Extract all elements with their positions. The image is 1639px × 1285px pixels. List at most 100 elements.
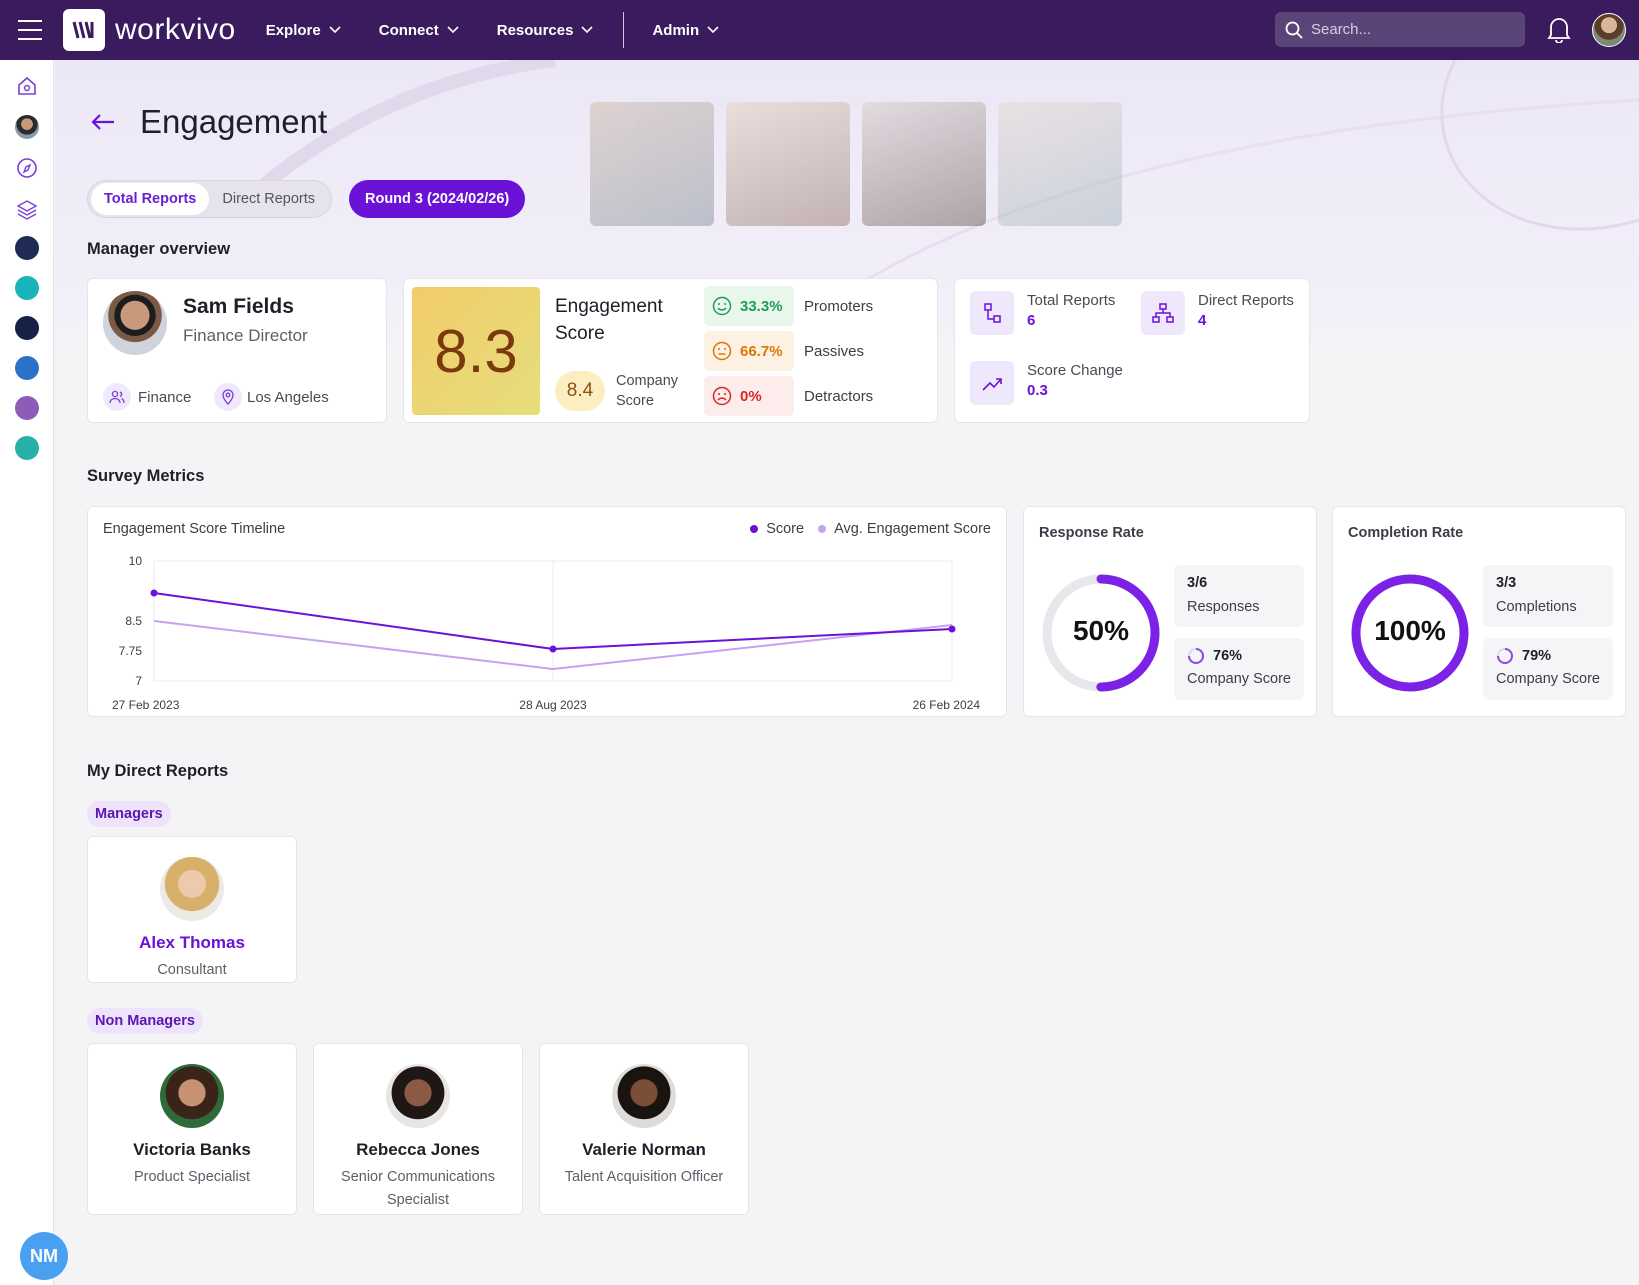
detractors-value: 0% [740,387,762,405]
nav-label: Admin [652,21,700,39]
report-tabs: Total Reports Direct Reports [87,180,333,218]
responses-count: 3/6 [1187,575,1208,591]
responses-box: 3/6 Responses [1174,565,1304,627]
avatar [160,857,224,921]
smile-icon [712,296,732,316]
nav-connect[interactable]: Connect [379,22,459,39]
person-name[interactable]: Rebecca Jones [314,1140,522,1160]
section-title-manager-overview: Manager overview [87,240,231,258]
home-icon[interactable] [15,74,39,98]
space-icon[interactable] [15,276,39,300]
page-title: Engagement [140,103,328,140]
detractors-label: Detractors [804,387,874,405]
legend-item: Avg. Engagement Score [818,521,991,537]
user-initials-badge[interactable]: NM [20,1232,68,1280]
space-icon[interactable] [15,396,39,420]
chevron-down-icon [447,26,459,34]
passives-label: Passives [804,342,865,360]
company-completion-label: Company Score [1496,671,1600,687]
responses-label: Responses [1187,599,1260,615]
chart-title: Engagement Score Timeline [103,521,286,537]
search-box[interactable] [1275,12,1525,47]
response-rate-percent: 50% [1072,615,1130,646]
tab-total-reports[interactable]: Total Reports [91,183,210,215]
nav-resources[interactable]: Resources [497,22,594,39]
company-response-row: 76% [1187,647,1291,665]
header-photo [590,102,714,226]
left-rail [0,60,54,1285]
nav-label: Connect [378,21,439,39]
engagement-timeline-card: Engagement Score Timeline Score Avg. Eng… [87,506,1007,717]
person-role: Senior Communications Specialist [341,1169,495,1208]
line-chart: 10 8.5 7.75 7 27 Feb 2023 28 Aug 2023 26 Feb 2… [112,554,980,712]
nav-admin[interactable]: Admin [652,22,719,39]
company-completion-percent: 79% [1522,648,1552,664]
space-icon[interactable] [15,316,39,340]
response-rate-title: Response Rate [1039,525,1144,541]
user-avatar[interactable] [1592,13,1626,47]
engagement-score-card: 8.3 Engagement Score 8.4 Company Score 3… [403,278,938,423]
company-score-value: 8.4 [555,371,605,411]
page-header: Engagement [88,103,327,141]
completion-rate-title: Completion Rate [1348,525,1464,541]
completions-count: 3/3 [1496,575,1517,591]
detractors-pill: 0% [704,376,794,416]
company-score-label: Company Score [616,373,679,409]
space-icon[interactable] [15,236,39,260]
progress-ring-icon [1497,648,1513,664]
hamburger-menu-icon[interactable] [0,0,60,60]
trend-up-icon [970,361,1014,405]
managers-tag: Managers [87,801,171,827]
notifications-bell-icon[interactable] [1546,15,1572,48]
score-data-point [549,645,557,653]
person-role: Consultant [157,962,227,978]
legend-dot [750,525,759,534]
back-arrow-icon[interactable] [88,107,118,137]
location-label: Los Angeles [247,389,329,406]
person-card[interactable]: Valerie Norman Talent Acquisition Office… [539,1043,749,1215]
passives-value: 66.7% [740,342,783,360]
header-photo [862,102,986,226]
promoters-label: Promoters [804,297,874,315]
person-card[interactable]: Victoria Banks Product Specialist [87,1043,297,1215]
person-name[interactable]: Valerie Norman [540,1140,748,1160]
team-icon [103,383,131,411]
company-response-percent: 76% [1213,648,1243,664]
person-card[interactable]: Alex Thomas Consultant [87,836,297,983]
totals-card: Total Reports 6 Direct Reports 4 Score C… [954,278,1310,423]
space-icon[interactable] [15,436,39,460]
tab-direct-reports[interactable]: Direct Reports [209,183,328,215]
search-icon [1285,21,1303,39]
nav-explore[interactable]: Explore [266,22,341,39]
compass-icon[interactable] [15,156,39,180]
legend-label-avg: Avg. Engagement Score [834,521,991,537]
y-tick-label: 10 [129,554,143,568]
space-icon[interactable] [15,356,39,380]
round-select-button[interactable]: Round 3 (2024/02/26) [349,180,526,218]
completion-rate-percent: 100% [1374,615,1446,646]
total-reports-value: 6 [1027,312,1036,329]
person-role: Talent Acquisition Officer [564,1169,724,1185]
nav-label: Explore [265,21,321,39]
promoters-value: 33.3% [740,297,783,315]
chevron-down-icon [581,26,594,34]
location-pin-icon [214,383,242,411]
person-name[interactable]: Victoria Banks [88,1140,296,1160]
chart-legend: Score Avg. Engagement Score [750,521,991,537]
workvivo-logo-icon[interactable] [63,9,105,51]
person-card[interactable]: Rebecca Jones Senior Communications Spec… [313,1043,523,1215]
header-photo [726,102,850,226]
total-reports-label: Total Reports [1027,292,1116,309]
layers-icon[interactable] [15,197,39,221]
x-tick-label: 27 Feb 2023 [112,698,180,712]
chevron-down-icon [707,26,719,34]
search-input[interactable] [1311,21,1511,38]
passives-row: 66.7% Passives [704,331,864,371]
score-data-point [948,625,956,633]
brand-name[interactable]: workvivo [115,13,236,47]
profile-avatar-icon[interactable] [15,115,39,139]
avatar [160,1064,224,1128]
passives-pill: 66.7% [704,331,794,371]
person-name[interactable]: Alex Thomas [88,933,296,953]
progress-ring-icon [1188,648,1204,664]
